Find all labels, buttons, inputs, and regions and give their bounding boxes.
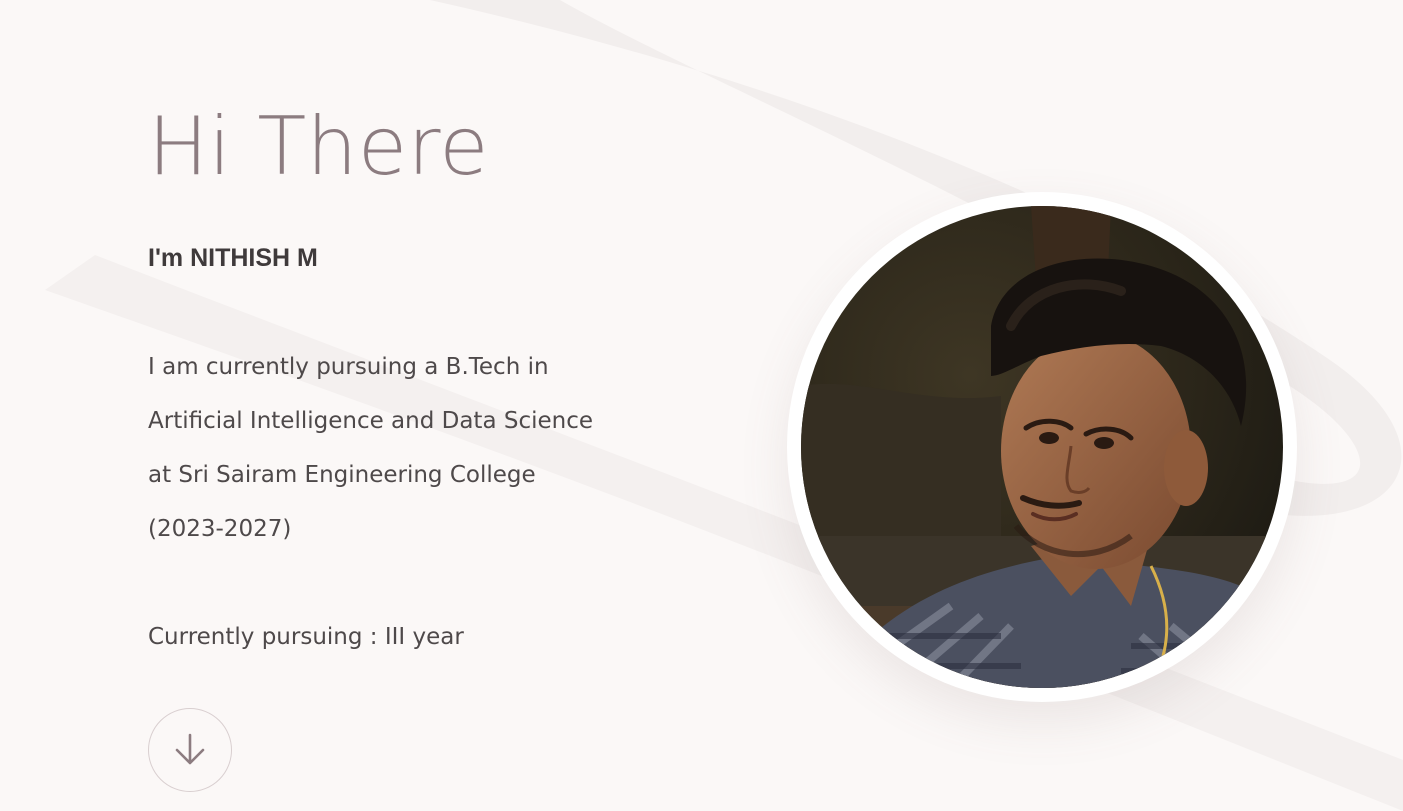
bio-line: at Sri Sairam Engineering College (148, 462, 536, 488)
profile-photo (801, 206, 1283, 688)
bio-line: Artificial Intelligence and Data Science (148, 408, 594, 434)
bio-text: I am currently pursuing a B.Tech in Arti… (148, 340, 668, 556)
greeting-heading: Hi There (148, 100, 489, 193)
bio-line: I am currently pursuing a B.Tech in (148, 354, 549, 380)
hero-section: Hi There I'm NITHISH M I am currently pu… (0, 0, 1403, 811)
bio-line: (2023-2027) (148, 516, 292, 542)
arrow-down-icon (175, 733, 205, 765)
study-status: Currently pursuing : III year (148, 624, 464, 650)
scroll-down-button[interactable] (148, 708, 232, 792)
name-heading: I'm NITHISH M (148, 244, 318, 272)
